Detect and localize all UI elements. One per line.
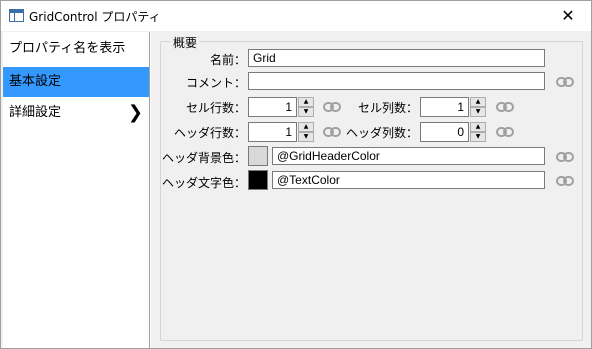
sidebar-item-label: 詳細設定 <box>9 105 62 120</box>
group-title: 概要 <box>171 34 200 51</box>
stepper-up-icon[interactable]: ▲ <box>470 97 486 107</box>
sidebar: プロパティ名を表示 基本設定 詳細設定 ❯ <box>3 32 149 348</box>
header-bg-swatch[interactable] <box>248 146 268 166</box>
stepper-down-icon[interactable]: ▼ <box>470 107 486 117</box>
title-bar: GridControl プロパティ ✕ <box>1 1 591 31</box>
cell-rows-stepper[interactable]: 1 ▲ ▼ <box>248 97 314 117</box>
link-icon[interactable] <box>556 77 574 87</box>
stepper-up-icon[interactable]: ▲ <box>298 122 314 132</box>
window-title: GridControl プロパティ <box>29 10 161 24</box>
text-color-swatch[interactable] <box>248 170 268 190</box>
stepper-down-icon[interactable]: ▼ <box>298 107 314 117</box>
comment-input[interactable] <box>248 72 545 90</box>
cell-cols-label: セル列数： <box>357 101 418 115</box>
link-icon[interactable] <box>496 127 514 137</box>
link-icon[interactable] <box>496 102 514 112</box>
text-color-label: ヘッダ文字色： <box>161 176 246 190</box>
stepper-up-icon[interactable]: ▲ <box>470 122 486 132</box>
close-button[interactable]: ✕ <box>545 1 591 31</box>
panel-divider-highlight <box>150 32 151 348</box>
window-app-icon <box>9 9 24 22</box>
header-rows-label: ヘッダ行数： <box>173 126 246 140</box>
header-rows-stepper[interactable]: 1 ▲ ▼ <box>248 122 314 142</box>
name-label: 名前： <box>209 53 246 67</box>
stepper-down-icon[interactable]: ▼ <box>470 132 486 142</box>
header-bg-label: ヘッダ背景色： <box>161 151 246 165</box>
chevron-right-icon: ❯ <box>127 102 143 123</box>
header-bg-input[interactable]: @GridHeaderColor <box>272 147 545 165</box>
link-icon[interactable] <box>323 127 341 137</box>
stepper-up-icon[interactable]: ▲ <box>298 97 314 107</box>
link-icon[interactable] <box>323 102 341 112</box>
header-cols-label: ヘッダ列数： <box>345 126 418 140</box>
sidebar-item-advanced-settings[interactable]: 詳細設定 ❯ <box>3 98 149 128</box>
link-icon[interactable] <box>556 176 574 186</box>
properties-window: GridControl プロパティ ✕ プロパティ名を表示 基本設定 詳細設定 … <box>0 0 592 349</box>
sidebar-item-label: 基本設定 <box>9 74 62 89</box>
cell-rows-label: セル行数： <box>185 101 246 115</box>
header-rows-value[interactable]: 1 <box>248 122 297 142</box>
link-icon[interactable] <box>556 152 574 162</box>
text-color-input[interactable]: @TextColor <box>272 171 545 189</box>
cell-cols-stepper[interactable]: 1 ▲ ▼ <box>420 97 486 117</box>
sidebar-item-basic-settings[interactable]: 基本設定 <box>3 67 149 97</box>
sidebar-item-show-property-names[interactable]: プロパティ名を表示 <box>3 34 149 64</box>
comment-label: コメント： <box>185 76 246 90</box>
sidebar-item-label: プロパティ名を表示 <box>9 41 126 56</box>
stepper-down-icon[interactable]: ▼ <box>298 132 314 142</box>
cell-cols-value[interactable]: 1 <box>420 97 469 117</box>
name-input[interactable]: Grid <box>248 49 545 67</box>
header-cols-stepper[interactable]: 0 ▲ ▼ <box>420 122 486 142</box>
header-cols-value[interactable]: 0 <box>420 122 469 142</box>
cell-rows-value[interactable]: 1 <box>248 97 297 117</box>
